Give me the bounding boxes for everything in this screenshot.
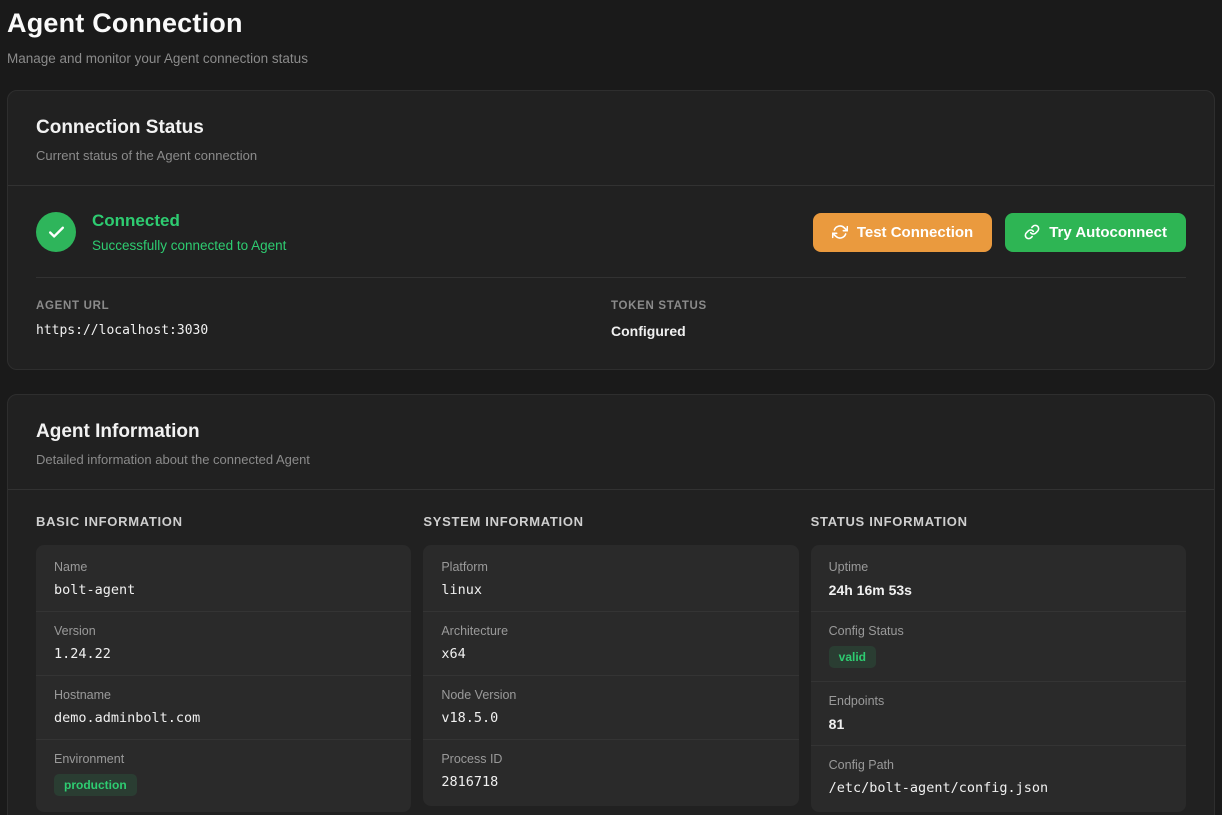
agent-url-label: AGENT URL	[36, 300, 611, 312]
page: Agent Connection Manage and monitor your…	[0, 0, 1222, 815]
info-value: 24h 16m 53s	[829, 582, 1168, 598]
connection-card-subtitle: Current status of the Agent connection	[36, 148, 1186, 163]
connection-details: AGENT URL https://localhost:3030 TOKEN S…	[8, 278, 1214, 369]
info-value: bolt-agent	[54, 582, 393, 598]
connection-card-title: Connection Status	[36, 117, 1186, 139]
status-state: Connected	[92, 211, 286, 231]
check-icon	[36, 212, 76, 252]
try-autoconnect-label: Try Autoconnect	[1049, 224, 1167, 241]
status-message: Successfully connected to Agent	[92, 238, 286, 253]
token-status-value: Configured	[611, 323, 1186, 339]
refresh-icon	[832, 224, 848, 240]
token-status-field: TOKEN STATUS Configured	[611, 300, 1186, 339]
connection-card-header: Connection Status Current status of the …	[8, 91, 1214, 186]
info-value: linux	[441, 582, 780, 598]
environment-badge: production	[54, 774, 137, 796]
info-label: Uptime	[829, 560, 1168, 574]
agent-info-grid: BASIC INFORMATION Name bolt-agent Versio…	[8, 490, 1214, 815]
agent-info-card-title: Agent Information	[36, 421, 1186, 443]
basic-information-column: BASIC INFORMATION Name bolt-agent Versio…	[36, 514, 411, 812]
test-connection-button[interactable]: Test Connection	[813, 213, 992, 252]
info-label: Config Status	[829, 624, 1168, 638]
info-label: Process ID	[441, 752, 780, 766]
info-item-version: Version 1.24.22	[36, 612, 411, 676]
info-value: 81	[829, 716, 1168, 732]
test-connection-label: Test Connection	[857, 224, 973, 241]
system-information-heading: SYSTEM INFORMATION	[423, 514, 798, 529]
info-item-node-version: Node Version v18.5.0	[423, 676, 798, 740]
info-item-endpoints: Endpoints 81	[811, 682, 1186, 746]
agent-url-value: https://localhost:3030	[36, 323, 611, 338]
status-information-panel: Uptime 24h 16m 53s Config Status valid E…	[811, 545, 1186, 812]
status-row: Connected Successfully connected to Agen…	[8, 186, 1214, 277]
info-item-name: Name bolt-agent	[36, 548, 411, 612]
info-value: v18.5.0	[441, 710, 780, 726]
try-autoconnect-button[interactable]: Try Autoconnect	[1005, 213, 1186, 252]
info-label: Node Version	[441, 688, 780, 702]
info-item-process-id: Process ID 2816718	[423, 740, 798, 803]
info-value: demo.adminbolt.com	[54, 710, 393, 726]
agent-url-field: AGENT URL https://localhost:3030	[36, 300, 611, 339]
info-label: Version	[54, 624, 393, 638]
info-value: 2816718	[441, 774, 780, 790]
info-value: 1.24.22	[54, 646, 393, 662]
connection-status-card: Connection Status Current status of the …	[7, 90, 1215, 370]
info-item-environment: Environment production	[36, 740, 411, 809]
info-label: Platform	[441, 560, 780, 574]
info-label: Config Path	[829, 758, 1168, 772]
agent-info-card-subtitle: Detailed information about the connected…	[36, 452, 1186, 467]
info-label: Environment	[54, 752, 393, 766]
system-information-column: SYSTEM INFORMATION Platform linux Archit…	[423, 514, 798, 812]
token-status-label: TOKEN STATUS	[611, 300, 1186, 312]
info-item-hostname: Hostname demo.adminbolt.com	[36, 676, 411, 740]
agent-information-card: Agent Information Detailed information a…	[7, 394, 1215, 815]
info-item-config-status: Config Status valid	[811, 612, 1186, 682]
info-item-architecture: Architecture x64	[423, 612, 798, 676]
info-value: x64	[441, 646, 780, 662]
info-value: /etc/bolt-agent/config.json	[829, 780, 1168, 796]
info-label: Hostname	[54, 688, 393, 702]
agent-info-card-header: Agent Information Detailed information a…	[8, 395, 1214, 490]
info-item-uptime: Uptime 24h 16m 53s	[811, 548, 1186, 612]
basic-information-panel: Name bolt-agent Version 1.24.22 Hostname…	[36, 545, 411, 812]
system-information-panel: Platform linux Architecture x64 Node Ver…	[423, 545, 798, 806]
config-status-badge: valid	[829, 646, 876, 668]
info-item-platform: Platform linux	[423, 548, 798, 612]
info-label: Name	[54, 560, 393, 574]
info-label: Endpoints	[829, 694, 1168, 708]
status-indicator: Connected Successfully connected to Agen…	[36, 211, 286, 253]
page-subtitle: Manage and monitor your Agent connection…	[7, 51, 1215, 66]
status-actions: Test Connection Try Autoconnect	[813, 213, 1186, 252]
page-title: Agent Connection	[7, 8, 1215, 39]
status-information-column: STATUS INFORMATION Uptime 24h 16m 53s Co…	[811, 514, 1186, 812]
link-icon	[1024, 224, 1040, 240]
status-texts: Connected Successfully connected to Agen…	[92, 211, 286, 253]
status-information-heading: STATUS INFORMATION	[811, 514, 1186, 529]
basic-information-heading: BASIC INFORMATION	[36, 514, 411, 529]
info-label: Architecture	[441, 624, 780, 638]
info-item-config-path: Config Path /etc/bolt-agent/config.json	[811, 746, 1186, 809]
